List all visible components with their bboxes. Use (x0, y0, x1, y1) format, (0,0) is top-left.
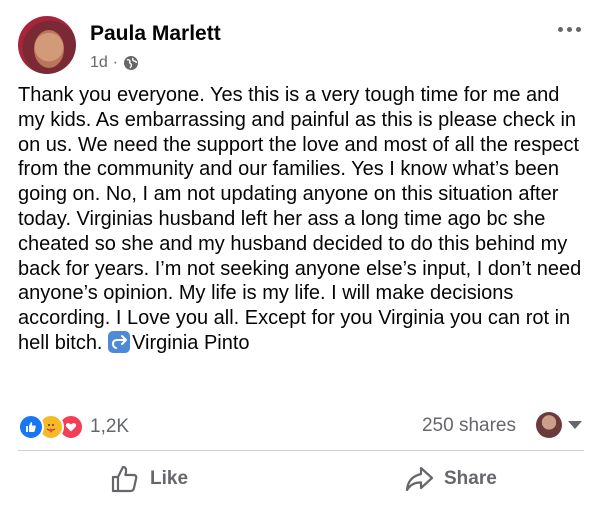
thumbs-up-icon (111, 465, 138, 493)
dot-icon (575, 26, 581, 32)
avatar-face (34, 30, 64, 68)
post-actions: Like Share (0, 458, 600, 506)
post-body-text: Thank you everyone. Yes this is a very t… (18, 84, 587, 354)
like-button[interactable]: Like (110, 464, 188, 494)
share-label: Share (444, 468, 497, 489)
more-options-icon[interactable] (554, 20, 584, 38)
tagged-person-link[interactable]: Virginia Pinto (132, 332, 249, 354)
post-body: Thank you everyone. Yes this is a very t… (18, 83, 586, 356)
author-name[interactable]: Paula Marlett (90, 22, 221, 46)
reactions-count[interactable]: 1,2K (90, 416, 129, 438)
post-header: Paula Marlett 1d · (18, 16, 584, 80)
author-avatar[interactable] (18, 16, 76, 74)
dot-icon (557, 26, 563, 32)
post-stats: 1,2K 250 shares (18, 412, 584, 442)
dot-icon (566, 26, 572, 32)
share-arrow-icon (405, 466, 434, 492)
meta-separator: · (112, 54, 119, 71)
like-reaction-icon (18, 414, 44, 440)
reactions-summary[interactable]: 1,2K (18, 414, 129, 440)
globe-icon[interactable] (123, 55, 139, 71)
chevron-down-icon[interactable] (568, 421, 582, 429)
like-label: Like (150, 468, 189, 489)
actions-divider (18, 450, 584, 451)
post-meta: 1d · (90, 54, 139, 72)
share-button[interactable]: Share (404, 464, 497, 494)
post-time[interactable]: 1d (90, 54, 108, 72)
shares-count[interactable]: 250 shares (422, 415, 516, 437)
shared-arrow-icon (108, 330, 131, 353)
viewer-avatar[interactable] (536, 412, 562, 438)
